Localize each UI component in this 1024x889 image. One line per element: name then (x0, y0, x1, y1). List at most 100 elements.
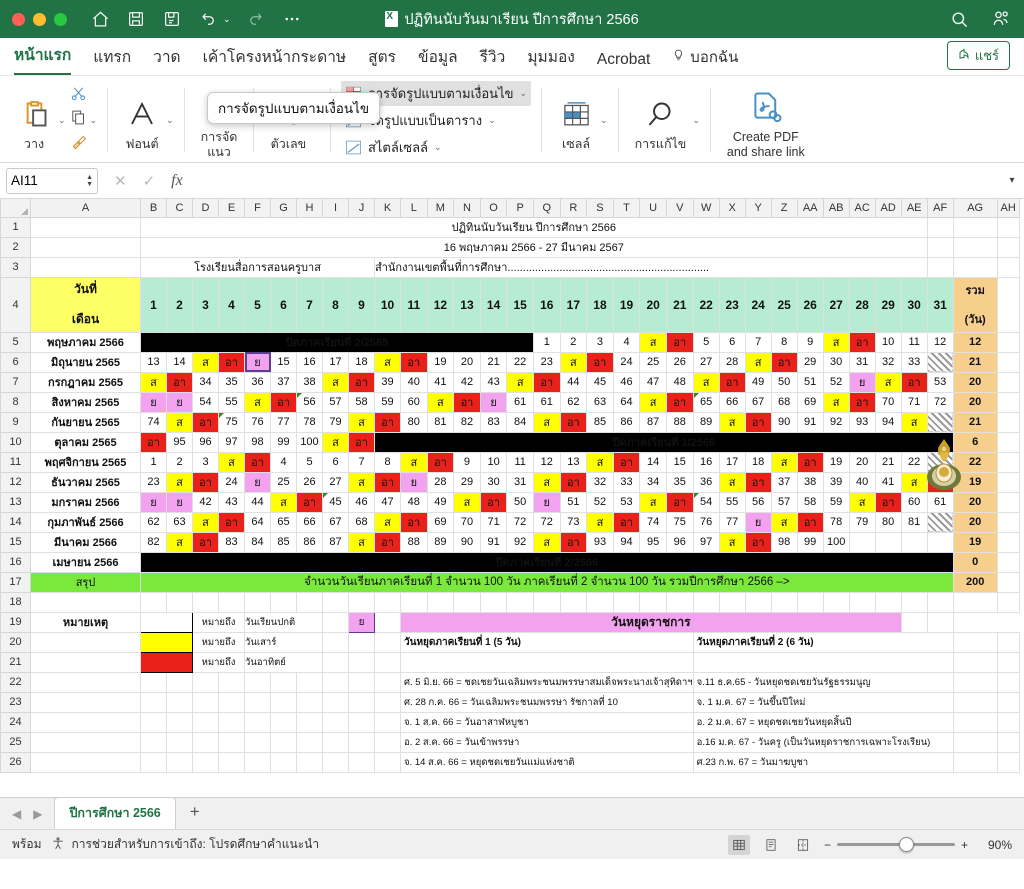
cell[interactable] (140, 711, 167, 733)
day-cell[interactable]: ส (192, 511, 219, 533)
day-cell[interactable]: 62 (559, 391, 588, 413)
cell[interactable] (374, 631, 401, 653)
cell[interactable] (296, 711, 323, 733)
day-cell[interactable]: 68 (348, 511, 375, 533)
day-cell[interactable]: 89 (692, 411, 720, 433)
month-total[interactable]: 12 (952, 331, 998, 353)
cell[interactable] (218, 671, 245, 693)
month-label[interactable]: ตุลาคม 2565 (30, 431, 141, 453)
more-icon[interactable] (281, 8, 303, 30)
cell[interactable] (140, 691, 167, 713)
column-header-AF[interactable]: AF (926, 199, 954, 218)
day-cell[interactable]: 100 (822, 531, 850, 553)
cancel-icon[interactable]: ✕ (114, 172, 127, 190)
day-cell[interactable]: 90 (770, 411, 798, 433)
day-cell[interactable]: อา (348, 371, 375, 393)
month-label[interactable]: ธันวาคม 2565 (30, 471, 141, 493)
day-cell[interactable]: 85 (270, 531, 297, 553)
day-cell[interactable]: 9 (796, 331, 824, 353)
ribbon-tab-home[interactable]: หน้าแรก (14, 42, 72, 75)
day-cell[interactable]: 16 (692, 451, 720, 473)
cell[interactable] (140, 751, 167, 773)
row-header-12[interactable]: 12 (0, 471, 31, 493)
day-cell[interactable]: 1 (140, 451, 167, 473)
day-cell[interactable]: ย (479, 391, 508, 413)
cell[interactable] (296, 691, 323, 713)
cell[interactable] (322, 691, 349, 713)
cell[interactable] (296, 671, 323, 693)
cell[interactable] (166, 731, 193, 753)
day-cell[interactable]: 42 (453, 371, 481, 393)
cell[interactable] (559, 591, 588, 613)
zoom-slider[interactable]: − + (824, 837, 968, 852)
column-header-Z[interactable]: Z (770, 199, 798, 218)
cell[interactable] (192, 591, 219, 613)
day-cell[interactable]: ส (532, 531, 561, 553)
month-label[interactable]: มิถุนายน 2565 (30, 351, 141, 373)
day-cell[interactable]: 94 (874, 411, 902, 433)
day-cell[interactable]: ส (692, 371, 720, 393)
day-cell[interactable]: ส (744, 351, 772, 373)
cell[interactable] (322, 651, 349, 673)
day-cell[interactable]: อา (426, 451, 455, 473)
cell[interactable] (996, 651, 1020, 673)
day-cell[interactable]: 17 (718, 451, 746, 473)
day-cell[interactable]: อา (665, 491, 694, 513)
home-icon[interactable] (89, 8, 111, 30)
cell[interactable] (926, 256, 954, 278)
day-cell[interactable]: 61 (532, 391, 561, 413)
day-cell[interactable]: ย (400, 471, 428, 493)
day-cell[interactable]: 51 (559, 491, 588, 513)
day-cell[interactable]: ย (140, 491, 167, 513)
cell[interactable] (218, 731, 245, 753)
day-cell[interactable]: 48 (400, 491, 428, 513)
day-cell[interactable]: ส (718, 531, 746, 553)
day-cell[interactable]: 10 (479, 451, 508, 473)
day-cell[interactable]: 82 (453, 411, 481, 433)
day-cell[interactable]: ย (848, 371, 876, 393)
day-cell[interactable]: 11 (506, 451, 534, 473)
cell[interactable] (374, 691, 401, 713)
ribbon-tab-formulas[interactable]: สูตร (368, 44, 396, 75)
save-as-icon[interactable] (161, 8, 183, 30)
day-cell[interactable] (900, 531, 928, 553)
day-cell[interactable]: 5 (692, 331, 720, 353)
day-cell[interactable]: 63 (586, 391, 614, 413)
row-header-3[interactable]: 3 (0, 256, 31, 278)
row-header-4[interactable]: 4 (0, 276, 31, 333)
column-header-AE[interactable]: AE (900, 199, 928, 218)
cell[interactable] (996, 671, 1020, 693)
day-cell[interactable]: 63 (166, 511, 193, 533)
zoom-out-button[interactable]: − (824, 838, 831, 852)
cell[interactable] (30, 591, 141, 613)
cell[interactable] (479, 591, 508, 613)
expand-formula-bar-icon[interactable]: ▾ (1000, 175, 1024, 186)
cell[interactable] (532, 591, 561, 613)
cell[interactable] (996, 431, 1020, 453)
day-cell[interactable]: ส (140, 371, 167, 393)
cell[interactable] (30, 256, 141, 278)
day-cell[interactable]: 70 (874, 391, 902, 413)
day-cell[interactable]: 88 (665, 411, 694, 433)
month-total[interactable]: 21 (952, 351, 998, 373)
row-header-7[interactable]: 7 (0, 371, 31, 393)
cell[interactable] (322, 711, 349, 733)
day-cell[interactable]: 55 (718, 491, 746, 513)
cell[interactable] (30, 236, 141, 258)
normal-view-icon[interactable] (727, 834, 750, 855)
cell[interactable] (348, 591, 375, 613)
cell[interactable] (996, 491, 1020, 513)
day-cell[interactable]: ส (426, 391, 455, 413)
day-cell[interactable]: ย (166, 491, 193, 513)
row-header-13[interactable]: 13 (0, 491, 31, 513)
day-cell[interactable]: อา (453, 391, 481, 413)
day-cell[interactable]: 22 (506, 351, 534, 373)
day-cell[interactable]: 74 (639, 511, 667, 533)
day-cell[interactable]: 97 (692, 531, 720, 553)
day-cell[interactable]: 20 (848, 451, 876, 473)
sheet-table[interactable]: A B C D E F G H I J K L M N O P Q R S T U V W X Y Z AA AB AC AD AE AF AG… (0, 199, 1020, 773)
day-cell[interactable]: อา (744, 411, 772, 433)
column-header-AC[interactable]: AC (848, 199, 876, 218)
column-header-A[interactable]: A (30, 199, 141, 218)
column-header-U[interactable]: U (639, 199, 667, 218)
